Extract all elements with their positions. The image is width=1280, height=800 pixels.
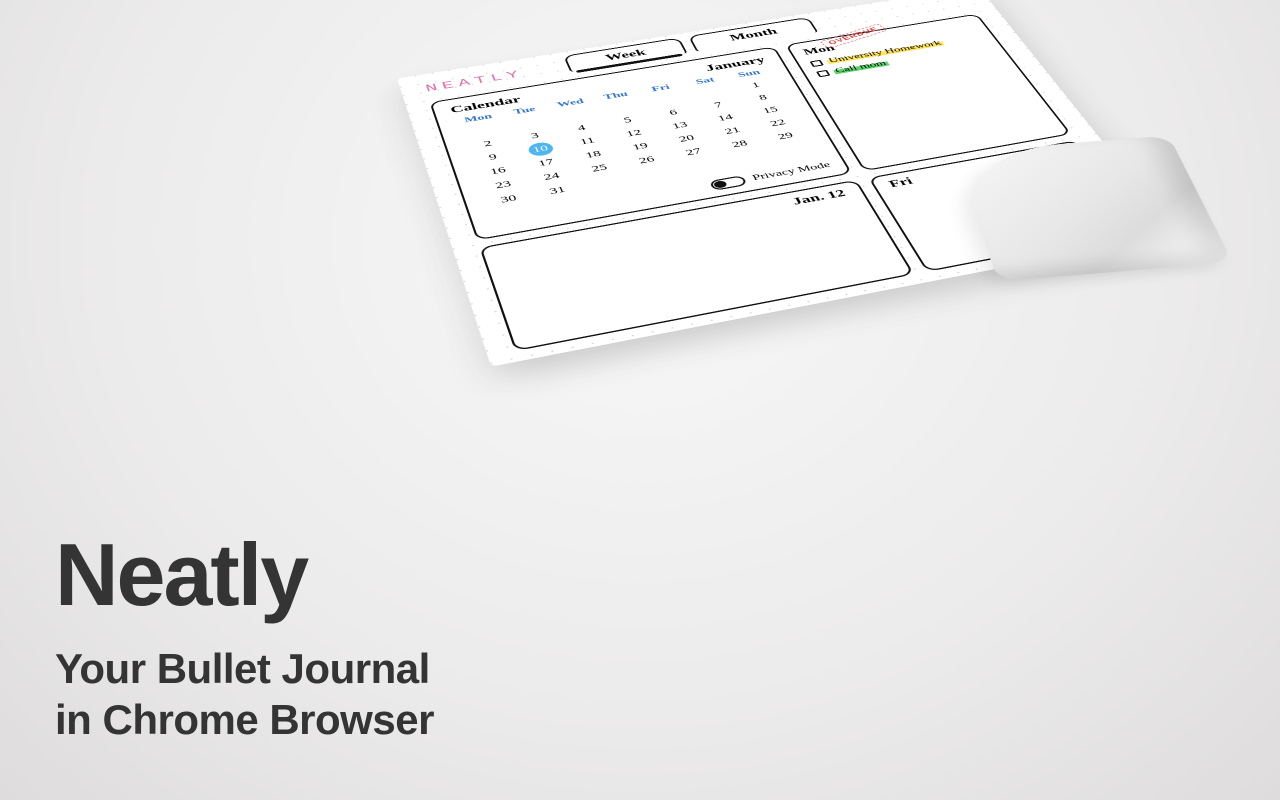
- privacy-mode-label: Privacy Mode: [751, 161, 833, 183]
- day-panel-date-label: Jan. 12: [790, 187, 848, 207]
- marketing-subtitle-line1: Your Bullet Journal: [55, 643, 434, 694]
- marketing-subtitle: Your Bullet Journal in Chrome Browser: [55, 643, 434, 745]
- toggle-knob: [713, 180, 728, 189]
- task-checkbox[interactable]: [810, 60, 824, 67]
- tab-week-label: Week: [604, 47, 648, 62]
- day-panel-day-label: Fri: [886, 175, 915, 190]
- task-checkbox[interactable]: [816, 70, 830, 77]
- journal-mockup: NEATLY Week Month Calendar January Mon T…: [430, 0, 1210, 710]
- marketing-title: Neatly: [55, 533, 434, 617]
- tab-month-label: Month: [728, 26, 780, 42]
- privacy-mode-toggle[interactable]: [709, 175, 748, 191]
- marketing-subtitle-line2: in Chrome Browser: [55, 694, 434, 745]
- marketing-copy: Neatly Your Bullet Journal in Chrome Bro…: [55, 533, 434, 745]
